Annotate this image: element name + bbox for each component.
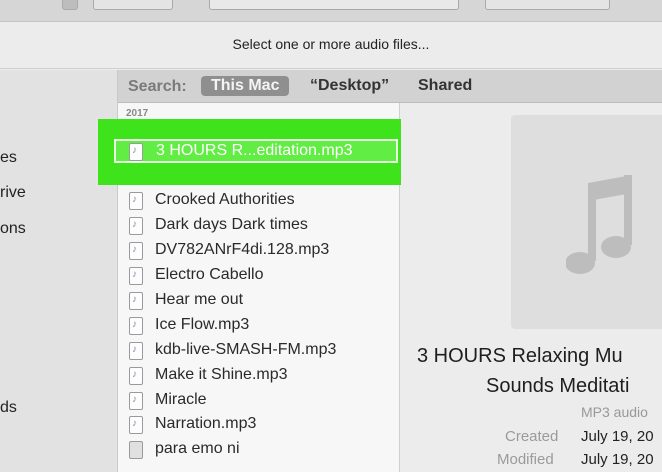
window-toolbar [0, 0, 662, 22]
audio-file-icon [129, 217, 143, 235]
file-name: Make it Shine.mp3 [155, 366, 288, 383]
scope-shared[interactable]: Shared [418, 77, 472, 95]
toolbar-segment[interactable] [209, 0, 459, 10]
preview-title: 3 HOURS Relaxing Mu [417, 345, 623, 367]
audio-file-icon [129, 192, 143, 210]
preview-pane: 3 HOURS Relaxing Mu Sounds Meditati MP3 … [401, 103, 662, 472]
list-item[interactable]: para emo ni [118, 438, 399, 462]
file-name: Electro Cabello [155, 266, 264, 283]
audio-file-icon [129, 292, 143, 310]
selected-file-row[interactable]: 3 HOURS R...editation.mp3 [114, 139, 398, 163]
selection-highlight: 3 HOURS R...editation.mp3 [98, 119, 416, 185]
list-item[interactable]: Crooked Authorities [118, 189, 399, 213]
sidebar-item-label[interactable]: rive [0, 184, 26, 202]
audio-file-icon [129, 416, 143, 434]
list-item[interactable]: Make it Shine.mp3 [118, 364, 399, 388]
file-name: para emo ni [155, 440, 240, 457]
audio-file-icon [129, 367, 143, 385]
modified-value: July 19, 20 [581, 451, 654, 468]
music-note-icon [566, 175, 632, 274]
selected-file-name: 3 HOURS R...editation.mp3 [156, 142, 353, 159]
created-label: Created [505, 428, 559, 445]
dialog-prompt-text: Select one or more audio files... [232, 36, 430, 52]
audio-file-icon [129, 242, 143, 260]
audio-file-icon [129, 317, 143, 335]
list-item[interactable]: Hear me out [118, 289, 399, 313]
search-label: Search: [128, 78, 187, 95]
file-name: Ice Flow.mp3 [155, 316, 250, 333]
group-header: 2017 [126, 108, 149, 119]
generic-file-icon [129, 441, 143, 459]
audio-file-icon [129, 392, 143, 410]
dialog-prompt: Select one or more audio files... [0, 22, 662, 69]
scope-this-mac[interactable]: This Mac [201, 76, 290, 96]
list-item[interactable]: Narration.mp3 [118, 413, 399, 437]
file-name: Narration.mp3 [155, 415, 257, 432]
toolbar-segment[interactable] [62, 0, 78, 10]
list-item[interactable]: DV782ANrF4di.128.mp3 [118, 239, 399, 263]
file-name: Crooked Authorities [155, 191, 295, 208]
audio-file-icon [129, 143, 143, 161]
modified-label: Modified [497, 451, 554, 468]
sidebar-item-label[interactable]: ds [0, 399, 17, 417]
preview-title-line2: Sounds Meditati [486, 375, 630, 397]
file-name: DV782ANrF4di.128.mp3 [155, 241, 330, 258]
list-item[interactable]: Ice Flow.mp3 [118, 314, 399, 338]
audio-file-icon [129, 267, 143, 285]
file-name: Miracle [155, 391, 207, 408]
toolbar-segment[interactable] [93, 0, 173, 10]
list-item[interactable]: kdb-live-SMASH-FM.mp3 [118, 339, 399, 363]
list-item[interactable]: Electro Cabello [118, 264, 399, 288]
file-name: Dark days Dark times [155, 216, 308, 233]
toolbar-segment[interactable] [485, 0, 610, 10]
search-scope-bar: Search: This Mac “Desktop” Shared [118, 70, 662, 103]
list-item[interactable]: Miracle [118, 389, 399, 413]
scope-desktop[interactable]: “Desktop” [310, 77, 389, 95]
created-value: July 19, 20 [581, 428, 654, 445]
sidebar-item-label[interactable]: es [0, 149, 17, 167]
preview-kind: MP3 audio [581, 404, 648, 420]
artwork [511, 115, 662, 329]
file-name: kdb-live-SMASH-FM.mp3 [155, 341, 337, 358]
sidebar-item-label[interactable]: ons [0, 220, 26, 238]
list-item[interactable]: Dark days Dark times [118, 214, 399, 238]
file-name: Hear me out [155, 291, 244, 308]
audio-file-icon [129, 342, 143, 360]
